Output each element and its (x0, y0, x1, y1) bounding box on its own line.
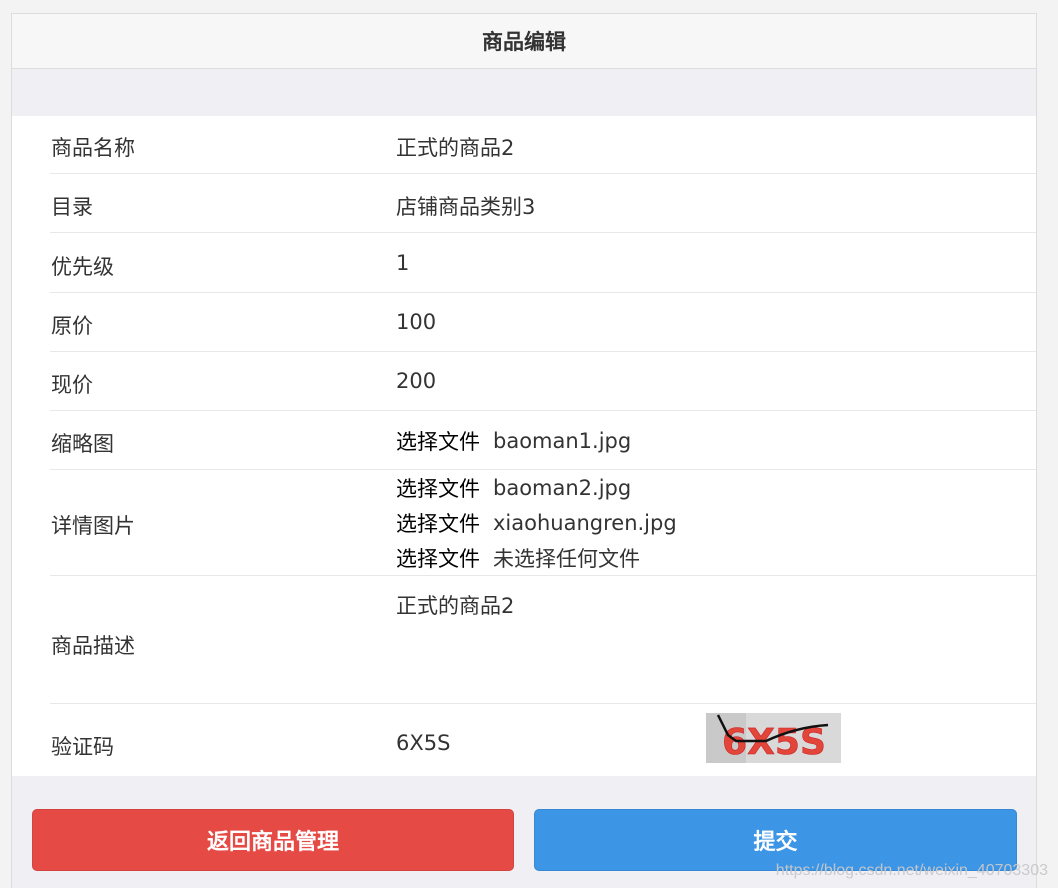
file-name: xiaohuangren.jpg (493, 510, 677, 535)
captcha-label: 验证码 (51, 735, 114, 759)
back-to-product-management-button[interactable]: 返回商品管理 (32, 809, 514, 871)
file-name: baoman1.jpg (493, 428, 632, 453)
page: 商品编辑 商品名称 正式的商品2 目录 店铺商品类别3 优先级 1 原价 100… (11, 13, 1037, 888)
detail-images-file-inputs: 选择文件 baoman2.jpg 选择文件 xiaohuangren.jpg 选… (396, 470, 677, 575)
choose-file-button[interactable]: 选择文件 (396, 426, 480, 456)
section-gap (12, 69, 1036, 116)
form-row-thumbnail: 缩略图 选择文件 baoman1.jpg (50, 411, 1036, 470)
current-price-label: 现价 (51, 373, 93, 397)
file-name: baoman2.jpg (493, 475, 632, 500)
form-row-category: 目录 店铺商品类别3 (50, 174, 1036, 233)
navbar: 商品编辑 (12, 13, 1036, 69)
form-row-original-price: 原价 100 (50, 293, 1036, 352)
current-price-input[interactable]: 200 (396, 369, 436, 393)
page-title: 商品编辑 (482, 30, 566, 54)
name-label: 商品名称 (51, 136, 135, 160)
product-edit-form: 商品名称 正式的商品2 目录 店铺商品类别3 优先级 1 原价 100 现价 2… (12, 116, 1036, 776)
watermark: https://blog.csdn.net/weixin_40703303 (775, 862, 1048, 879)
captcha-graphic: 6X5S (706, 713, 841, 763)
category-select[interactable]: 店铺商品类别3 (396, 191, 535, 221)
category-label: 目录 (51, 195, 93, 219)
original-price-input[interactable]: 100 (396, 310, 436, 334)
file-name: 未选择任何文件 (493, 546, 640, 571)
original-price-label: 原价 (51, 314, 93, 338)
form-row-current-price: 现价 200 (50, 352, 1036, 411)
choose-file-button[interactable]: 选择文件 (396, 473, 480, 503)
form-row-description: 商品描述 正式的商品2 (50, 576, 1036, 704)
name-input[interactable]: 正式的商品2 (396, 132, 514, 162)
thumbnail-label: 缩略图 (51, 432, 114, 456)
description-label: 商品描述 (51, 634, 135, 658)
form-row-detail-images: 详情图片 选择文件 baoman2.jpg 选择文件 xiaohuangren.… (50, 470, 1036, 576)
choose-file-button[interactable]: 选择文件 (396, 508, 480, 538)
choose-file-button[interactable]: 选择文件 (396, 543, 480, 573)
thumbnail-file-input: 选择文件 baoman1.jpg (396, 423, 631, 458)
priority-input[interactable]: 1 (396, 251, 409, 275)
form-row-name: 商品名称 正式的商品2 (50, 116, 1036, 174)
captcha-image[interactable]: 6X5S (706, 713, 841, 763)
form-row-captcha: 验证码 6X5S 6X5S (50, 704, 1036, 776)
priority-label: 优先级 (51, 255, 114, 279)
form-row-priority: 优先级 1 (50, 233, 1036, 293)
detail-images-label: 详情图片 (51, 514, 135, 538)
captcha-input[interactable]: 6X5S (396, 731, 450, 755)
description-textarea[interactable]: 正式的商品2 (396, 590, 514, 620)
